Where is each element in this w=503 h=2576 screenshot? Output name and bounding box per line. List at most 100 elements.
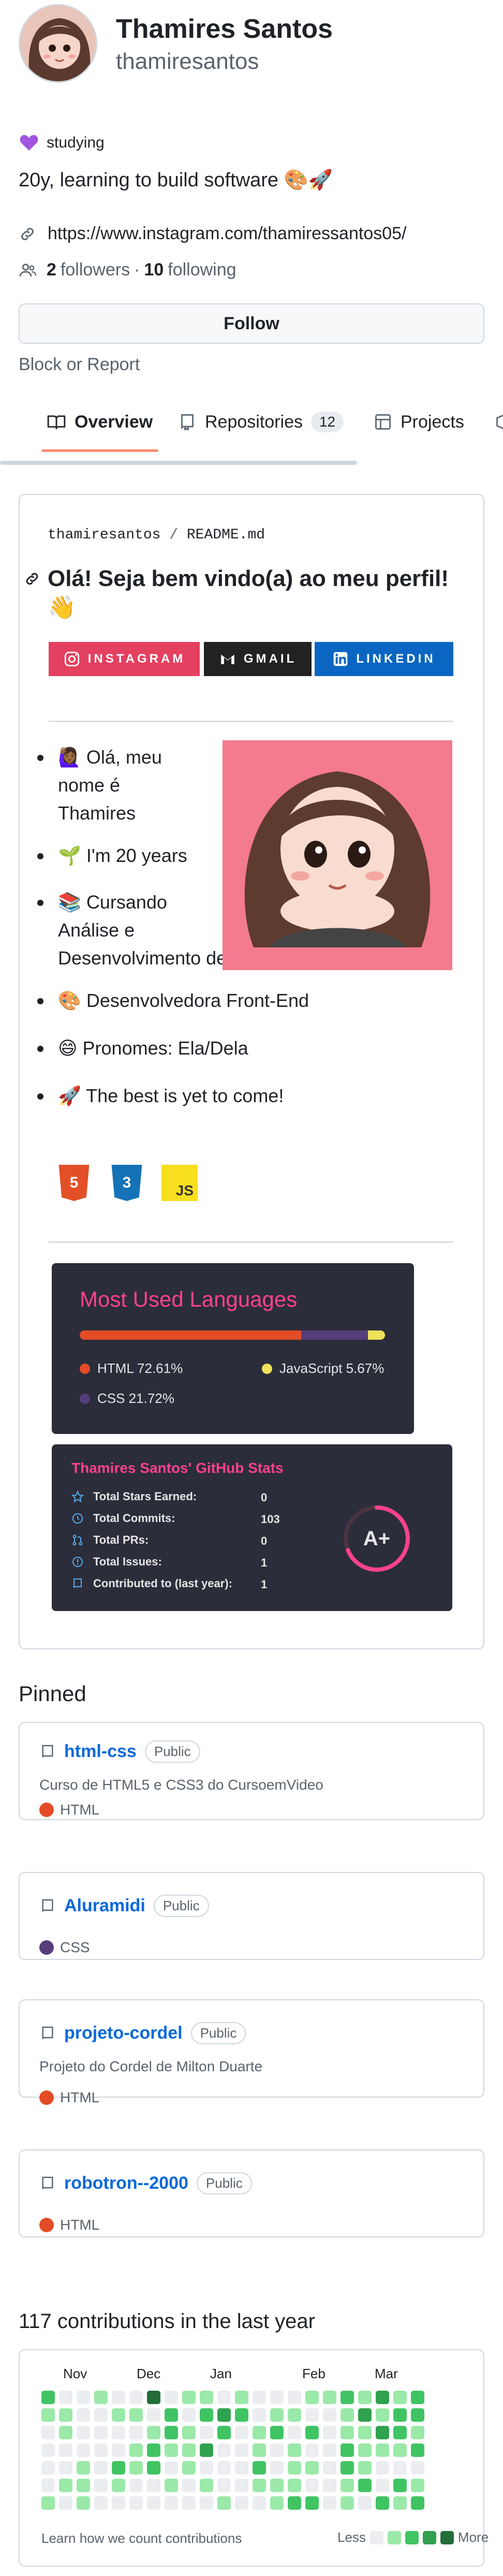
tab-overview[interactable]: Overview [47, 393, 153, 450]
contribution-day-cell[interactable] [129, 2391, 143, 2404]
pinned-repo-card[interactable] [19, 1999, 484, 2098]
contribution-day-cell[interactable] [305, 2426, 319, 2439]
contribution-day-cell[interactable] [376, 2479, 389, 2492]
followers-count[interactable]: 2 [47, 260, 56, 280]
contribution-day-cell[interactable] [112, 2408, 125, 2422]
follow-button[interactable]: Follow [19, 303, 484, 344]
contribution-day-cell[interactable] [112, 2496, 125, 2510]
contribution-day-cell[interactable] [217, 2496, 231, 2510]
contribution-day-cell[interactable] [288, 2461, 301, 2475]
contribution-day-cell[interactable] [41, 2496, 55, 2510]
contribution-day-cell[interactable] [235, 2443, 248, 2457]
contribution-day-cell[interactable] [77, 2408, 90, 2422]
contribution-day-cell[interactable] [200, 2479, 213, 2492]
contribution-day-cell[interactable] [200, 2443, 213, 2457]
contribution-day-cell[interactable] [217, 2408, 231, 2422]
contribution-day-cell[interactable] [165, 2461, 178, 2475]
contribution-day-cell[interactable] [358, 2408, 372, 2422]
contribution-day-cell[interactable] [393, 2496, 407, 2510]
pinned-repo-name[interactable]: Aluramidi [64, 1896, 145, 1916]
contribution-day-cell[interactable] [112, 2426, 125, 2439]
contribution-day-cell[interactable] [323, 2461, 336, 2475]
contribution-day-cell[interactable] [323, 2391, 336, 2404]
contribution-day-cell[interactable] [288, 2408, 301, 2422]
avatar[interactable] [19, 4, 97, 83]
contribution-day-cell[interactable] [94, 2426, 108, 2439]
contribution-day-cell[interactable] [393, 2461, 407, 2475]
contribution-day-cell[interactable] [129, 2408, 143, 2422]
contribution-day-cell[interactable] [165, 2408, 178, 2422]
contribution-day-cell[interactable] [129, 2461, 143, 2475]
contribution-day-cell[interactable] [94, 2443, 108, 2457]
contribution-day-cell[interactable] [200, 2496, 213, 2510]
contribution-day-cell[interactable] [217, 2426, 231, 2439]
contribution-day-cell[interactable] [288, 2443, 301, 2457]
contribution-day-cell[interactable] [41, 2461, 55, 2475]
contribution-day-cell[interactable] [288, 2479, 301, 2492]
contribution-day-cell[interactable] [341, 2479, 354, 2492]
block-or-report-link[interactable]: Block or Report [19, 355, 140, 375]
contribution-day-cell[interactable] [411, 2496, 424, 2510]
contribution-day-cell[interactable] [129, 2496, 143, 2510]
contribution-day-cell[interactable] [59, 2479, 72, 2492]
contribution-day-cell[interactable] [77, 2443, 90, 2457]
contribution-day-cell[interactable] [235, 2479, 248, 2492]
contribution-day-cell[interactable] [182, 2443, 196, 2457]
instagram-badge[interactable]: INSTAGRAM [49, 642, 200, 676]
contribution-day-cell[interactable] [217, 2443, 231, 2457]
contribution-day-cell[interactable] [165, 2496, 178, 2510]
contribution-day-cell[interactable] [77, 2391, 90, 2404]
status-message[interactable]: studying [19, 133, 105, 153]
contribution-day-cell[interactable] [94, 2496, 108, 2510]
contribution-day-cell[interactable] [59, 2408, 72, 2422]
contribution-day-cell[interactable] [165, 2391, 178, 2404]
contribution-day-cell[interactable] [376, 2408, 389, 2422]
contribution-day-cell[interactable] [182, 2408, 196, 2422]
contribution-day-cell[interactable] [77, 2496, 90, 2510]
tabs-scrollbar[interactable] [0, 461, 357, 465]
contribution-day-cell[interactable] [165, 2479, 178, 2492]
contribution-day-cell[interactable] [94, 2479, 108, 2492]
contribution-day-cell[interactable] [59, 2391, 72, 2404]
contribution-day-cell[interactable] [411, 2408, 424, 2422]
contribution-day-cell[interactable] [112, 2461, 125, 2475]
tab-repositories[interactable]: Repositories 12 [178, 393, 344, 450]
contribution-day-cell[interactable] [270, 2426, 284, 2439]
contribution-day-cell[interactable] [235, 2391, 248, 2404]
contribution-day-cell[interactable] [270, 2461, 284, 2475]
contribution-day-cell[interactable] [94, 2461, 108, 2475]
contribution-day-cell[interactable] [411, 2479, 424, 2492]
contribution-day-cell[interactable] [182, 2496, 196, 2510]
contribution-day-cell[interactable] [94, 2391, 108, 2404]
contribution-day-cell[interactable] [200, 2426, 213, 2439]
contribution-day-cell[interactable] [323, 2443, 336, 2457]
contribution-day-cell[interactable] [305, 2461, 319, 2475]
readme-path-user[interactable]: thamiresantos [48, 527, 160, 543]
contribution-day-cell[interactable] [217, 2391, 231, 2404]
contribution-day-cell[interactable] [235, 2461, 248, 2475]
contribution-day-cell[interactable] [129, 2479, 143, 2492]
contribution-day-cell[interactable] [217, 2479, 231, 2492]
contribution-day-cell[interactable] [200, 2408, 213, 2422]
contribution-day-cell[interactable] [165, 2443, 178, 2457]
contribution-day-cell[interactable] [77, 2479, 90, 2492]
contribution-day-cell[interactable] [41, 2426, 55, 2439]
contribution-day-cell[interactable] [376, 2496, 389, 2510]
contribution-day-cell[interactable] [147, 2479, 160, 2492]
contribution-day-cell[interactable] [112, 2479, 125, 2492]
contribution-day-cell[interactable] [77, 2426, 90, 2439]
contribution-day-cell[interactable] [253, 2496, 266, 2510]
contribution-day-cell[interactable] [305, 2408, 319, 2422]
contribution-day-cell[interactable] [235, 2496, 248, 2510]
contribution-day-cell[interactable] [411, 2443, 424, 2457]
contribution-day-cell[interactable] [323, 2408, 336, 2422]
contribution-day-cell[interactable] [358, 2496, 372, 2510]
tab-packages[interactable] [495, 393, 503, 450]
contribution-day-cell[interactable] [165, 2426, 178, 2439]
contribution-day-cell[interactable] [270, 2496, 284, 2510]
contribution-day-cell[interactable] [376, 2391, 389, 2404]
contribution-day-cell[interactable] [411, 2391, 424, 2404]
contribution-day-cell[interactable] [182, 2391, 196, 2404]
contribution-day-cell[interactable] [376, 2461, 389, 2475]
contribution-day-cell[interactable] [305, 2479, 319, 2492]
